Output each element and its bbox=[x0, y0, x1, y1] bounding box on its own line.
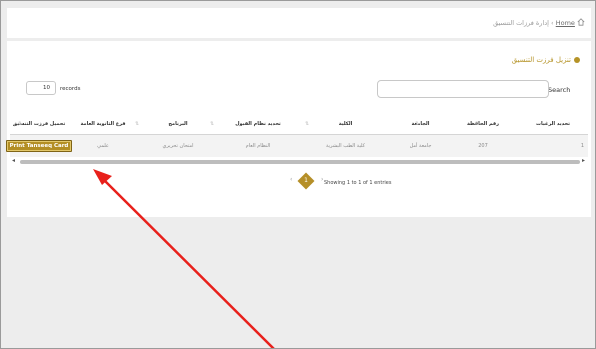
app-window: Home › إدارة فرزات التنسيق تنزيل فرزت ال… bbox=[0, 0, 596, 349]
annotation-arrow-icon bbox=[93, 169, 275, 348]
